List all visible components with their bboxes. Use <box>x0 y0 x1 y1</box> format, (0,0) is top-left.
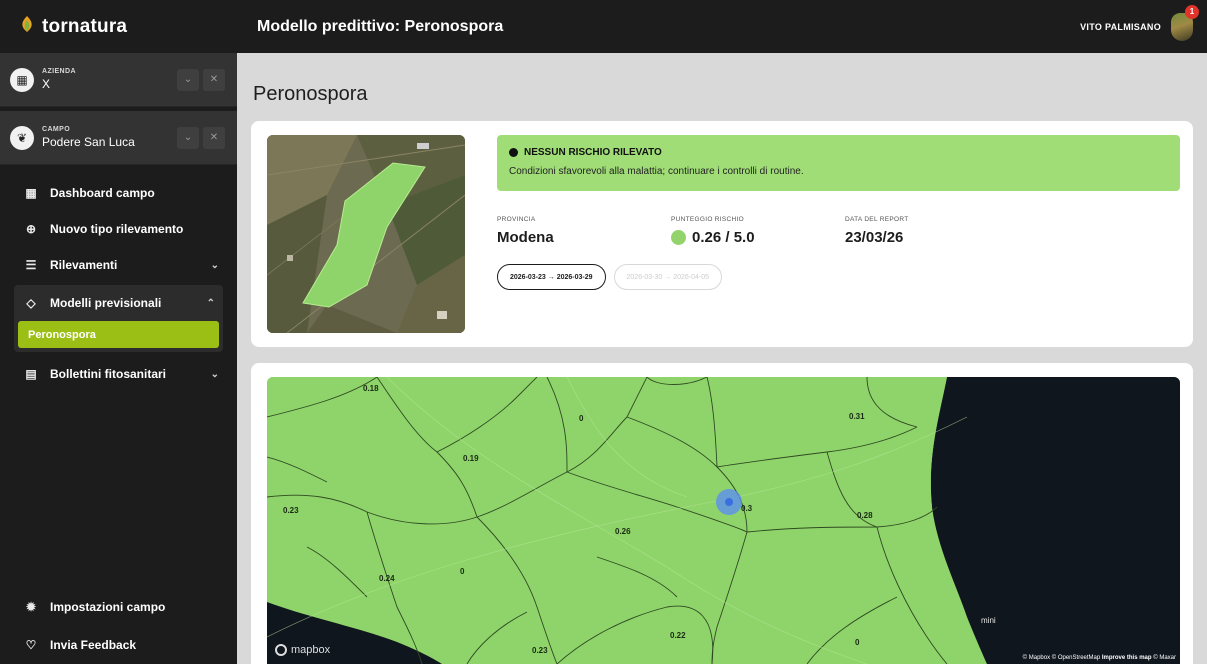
chevron-up-icon: ⌃ <box>206 297 215 309</box>
risk-status-banner: NESSUN RISCHIO RILEVATO Condizioni sfavo… <box>497 135 1180 191</box>
brand[interactable]: tornatura <box>0 0 237 53</box>
page-title: Peronospora <box>253 83 368 105</box>
sidebar-item-nuovo-tipo-rilevamento[interactable]: ⊕ Nuovo tipo rilevamento <box>0 211 237 247</box>
user-name[interactable]: VITO PALMISANO <box>1080 22 1161 32</box>
sidebar-item-rilevamenti[interactable]: ☰ Rilevamenti ⌄ <box>0 247 237 283</box>
punteggio-field: PUNTEGGIO RISCHIO 0.26 / 5.0 <box>671 216 755 246</box>
sidebar-item-label: Bollettini fitosanitari <box>50 367 167 381</box>
data-report-field: DATA DEL REPORT 23/03/26 <box>845 216 909 246</box>
field-satellite-thumbnail <box>267 135 465 333</box>
sidebar-item-label: Invia Feedback <box>50 638 137 652</box>
avatar[interactable]: 1 <box>1171 4 1199 41</box>
week-selector: 2026-03-23 → 2026-03-29 2026-03-30 → 202… <box>497 264 723 290</box>
close-icon[interactable]: ✕ <box>203 126 225 149</box>
azienda-selector[interactable]: ▦ AZIENDA X ⌄ ✕ <box>0 53 237 107</box>
document-icon: ▤ <box>25 367 37 381</box>
risk-map[interactable]: 0.18 0 0.31 0.19 0.23 0.3 0.28 0.26 0.24… <box>267 377 1180 664</box>
sidebar-nav: ▦ Dashboard campo ⊕ Nuovo tipo rilevamen… <box>0 165 237 392</box>
mapbox-logo[interactable]: mapbox <box>275 644 330 656</box>
azienda-value: X <box>42 77 51 91</box>
sidebar-item-label: Modelli previsionali <box>50 296 162 310</box>
brand-name: tornatura <box>42 15 128 37</box>
provincia-value: Modena <box>497 229 554 246</box>
sidebar-item-impostazioni-campo[interactable]: ✹ Impostazioni campo <box>0 588 237 626</box>
mapbox-logo-icon <box>275 644 287 656</box>
top-bar: tornatura Modello predittivo: Peronospor… <box>0 0 1207 53</box>
user-menu[interactable]: VITO PALMISANO 1 <box>1080 4 1207 41</box>
sidebar-subitem-peronospora[interactable]: Peronospora <box>18 321 219 348</box>
sidebar-item-modelli-previsionali[interactable]: ◇ Modelli previsionali ⌃ <box>14 285 223 321</box>
chevron-down-icon: ⌄ <box>210 259 219 271</box>
tornatura-logo-icon <box>20 15 34 38</box>
plus-circle-icon: ⊕ <box>25 222 37 236</box>
close-icon[interactable]: ✕ <box>203 68 225 91</box>
zone-value: 0 <box>855 638 860 647</box>
zone-value: 0.22 <box>670 631 686 640</box>
week-pill-next[interactable]: 2026-03-30 → 2026-04-05 <box>613 264 723 290</box>
zone-value: 0.24 <box>379 574 395 583</box>
risk-status-title-row: NESSUN RISCHIO RILEVATO <box>509 147 1168 158</box>
zone-value: 0.26 <box>615 527 631 536</box>
zone-value: 0 <box>460 567 465 576</box>
azienda-label: AZIENDA <box>42 68 76 75</box>
page-header-title: Modello predittivo: Peronospora <box>257 17 504 35</box>
notification-badge[interactable]: 1 <box>1185 4 1199 19</box>
map-attribution: © Mapbox © OpenStreetMap Improve this ma… <box>1023 655 1176 661</box>
grid-icon: ▦ <box>25 186 37 200</box>
sidebar-item-label: Nuovo tipo rilevamento <box>50 222 184 236</box>
zone-value: 0.19 <box>463 454 479 463</box>
risk-status-title: NESSUN RISCHIO RILEVATO <box>524 147 662 158</box>
sidebar: ▦ AZIENDA X ⌄ ✕ ❦ CAMPO Podere San Luca … <box>0 53 237 664</box>
status-dot-icon <box>509 148 518 157</box>
zone-value: 0.23 <box>283 506 299 515</box>
mapbox-logo-text: mapbox <box>291 644 331 656</box>
sprout-icon: ❦ <box>10 125 34 150</box>
zone-value: 0 <box>579 414 584 423</box>
sidebar-item-label: Rilevamenti <box>50 258 118 272</box>
map-place-label: mini <box>981 616 996 625</box>
zone-value: 0.31 <box>849 412 865 421</box>
data-report-label: DATA DEL REPORT <box>845 216 909 223</box>
campo-selector[interactable]: ❦ CAMPO Podere San Luca ⌄ ✕ <box>0 111 237 165</box>
sidebar-bottom: ✹ Impostazioni campo ♡ Invia Feedback <box>0 588 237 664</box>
chevron-down-icon[interactable]: ⌄ <box>177 68 199 91</box>
risk-score-dot-icon <box>671 230 686 245</box>
chevron-down-icon: ⌄ <box>210 368 219 380</box>
week-pill-current[interactable]: 2026-03-23 → 2026-03-29 <box>497 264 606 290</box>
sidebar-item-label: Dashboard campo <box>50 186 155 200</box>
provincia-field: PROVINCIA Modena <box>497 216 554 246</box>
chevron-down-icon[interactable]: ⌄ <box>177 126 199 149</box>
campo-label: CAMPO <box>42 126 71 133</box>
risk-map-canvas[interactable]: 0.18 0 0.31 0.19 0.23 0.3 0.28 0.26 0.24… <box>267 377 1180 664</box>
sidebar-item-bollettini-fitosanitari[interactable]: ▤ Bollettini fitosanitari ⌄ <box>0 356 237 392</box>
provincia-label: PROVINCIA <box>497 216 536 223</box>
punteggio-label: PUNTEGGIO RISCHIO <box>671 216 744 223</box>
list-icon: ☰ <box>25 258 37 272</box>
map-attribution-text[interactable]: © Mapbox © OpenStreetMap <box>1023 655 1101 661</box>
risk-status-description: Condizioni sfavorevoli alla malattia; co… <box>509 166 804 177</box>
sidebar-item-invia-feedback[interactable]: ♡ Invia Feedback <box>0 626 237 664</box>
punteggio-value-row: 0.26 / 5.0 <box>671 229 755 246</box>
sidebar-item-dashboard-campo[interactable]: ▦ Dashboard campo <box>0 175 237 211</box>
farm-icon: ▦ <box>10 67 34 92</box>
risk-summary-card: NESSUN RISCHIO RILEVATO Condizioni sfavo… <box>251 121 1193 347</box>
zone-value: 0.3 <box>741 504 753 513</box>
sidebar-item-label: Impostazioni campo <box>50 600 166 614</box>
data-report-value: 23/03/26 <box>845 229 904 246</box>
diamond-icon: ◇ <box>26 296 36 310</box>
gear-icon: ✹ <box>25 600 37 614</box>
improve-map-link[interactable]: Improve this map <box>1102 655 1152 661</box>
chat-icon: ♡ <box>25 638 37 652</box>
sidebar-group-modelli-previsionali: ◇ Modelli previsionali ⌃ Peronospora <box>14 285 223 352</box>
maxar-attribution[interactable]: © Maxar <box>1153 655 1176 661</box>
zone-value: 0.18 <box>363 384 379 393</box>
main-content: Peronospora NESSUN RISCHIO RILEVATO Cond… <box>237 53 1207 664</box>
campo-value: Podere San Luca <box>42 135 135 149</box>
risk-map-card: 0.18 0 0.31 0.19 0.23 0.3 0.28 0.26 0.24… <box>251 363 1193 664</box>
punteggio-value: 0.26 / 5.0 <box>692 229 755 246</box>
zone-value: 0.23 <box>532 646 548 655</box>
zone-value: 0.28 <box>857 511 873 520</box>
location-marker-dot <box>725 498 733 506</box>
